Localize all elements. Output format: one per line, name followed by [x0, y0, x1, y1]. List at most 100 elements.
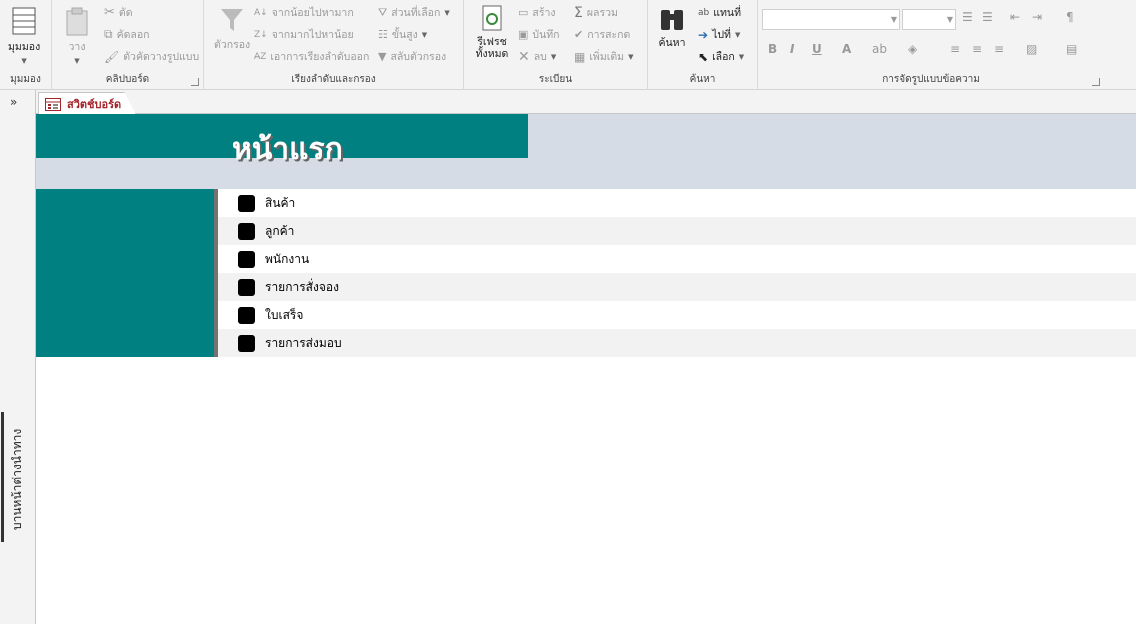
- expand-nav-icon[interactable]: »: [10, 95, 17, 109]
- item-label[interactable]: ใบเสร็จ: [265, 306, 303, 325]
- totals-label: ผลรวม: [586, 7, 618, 19]
- cut-button[interactable]: ✂ ตัด: [104, 4, 133, 21]
- item-button-icon[interactable]: [238, 306, 255, 324]
- new-record-label: สร้าง: [532, 7, 556, 19]
- bold-button[interactable]: B: [768, 42, 777, 56]
- spelling-button[interactable]: ✔ การสะกด: [574, 26, 630, 43]
- selection-filter-icon: ⛛: [378, 5, 388, 19]
- replace-button[interactable]: ab แทนที่: [698, 4, 741, 21]
- item-label[interactable]: พนักงาน: [265, 250, 309, 269]
- switchboard-item[interactable]: ใบเสร็จ: [218, 301, 1136, 329]
- filter-button[interactable]: ตัวกรอง: [214, 6, 250, 53]
- toggle-filter-button[interactable]: ▼ สลับตัวกรอง: [378, 48, 446, 65]
- increase-indent-icon[interactable]: ⇥: [1032, 10, 1042, 24]
- alt-row-color-icon[interactable]: ▨: [1026, 42, 1037, 56]
- text-format-launcher-icon[interactable]: [1092, 78, 1100, 86]
- align-right-icon[interactable]: ≡: [994, 42, 1004, 56]
- decrease-indent-icon[interactable]: ⇤: [1010, 10, 1020, 24]
- sort-ascending-icon: A↓: [254, 7, 268, 18]
- font-name-combo[interactable]: ▼: [762, 9, 900, 30]
- cursor-icon: ⬉: [698, 49, 709, 64]
- view-label: มุมมอง: [8, 41, 41, 53]
- paintbrush-icon: 🖌: [104, 49, 120, 64]
- nav-pane-label[interactable]: บานหน้าต่างนำทาง: [8, 429, 27, 530]
- view-icon: [11, 6, 37, 36]
- goto-button[interactable]: ➔ ไปที่ ▼: [698, 26, 740, 43]
- underline-button[interactable]: U: [812, 42, 822, 56]
- find-group: ค้นหา ab แทนที่ ➔ ไปที่ ▼ ⬉ เลือก ▼ ค้นห…: [648, 0, 758, 90]
- table-grid-icon: ▦: [574, 49, 586, 64]
- advanced-button[interactable]: ☷ ขั้นสูง ▼: [378, 26, 427, 43]
- refresh-all-button[interactable]: รีเฟรชทั้งหมด: [470, 4, 514, 60]
- paragraph-icon[interactable]: ¶: [1066, 10, 1074, 24]
- clipboard-group-label: คลิปบอร์ด: [105, 74, 150, 85]
- item-label[interactable]: รายการส่งมอบ: [265, 334, 342, 353]
- clipboard-launcher-icon[interactable]: [191, 78, 199, 86]
- selection-button[interactable]: ⛛ ส่วนที่เลือก ▼: [378, 4, 450, 21]
- switchboard-item[interactable]: พนักงาน: [218, 245, 1136, 273]
- form-icon: [45, 97, 61, 111]
- chevron-down-icon: ▼: [628, 52, 634, 61]
- gridlines-icon[interactable]: ▤: [1066, 42, 1077, 56]
- new-record-button[interactable]: ▭ สร้าง: [518, 4, 555, 21]
- format-painter-button[interactable]: 🖌 ตัวคัดวางรูปแบบ: [104, 48, 199, 65]
- item-button-icon[interactable]: [238, 222, 255, 240]
- sort-descending-button[interactable]: Z↓ จากมากไปหาน้อย: [254, 26, 354, 43]
- font-color-icon[interactable]: A: [842, 42, 851, 56]
- view-button[interactable]: มุมมอง ▼: [8, 6, 40, 65]
- align-center-icon[interactable]: ≡: [972, 42, 982, 56]
- item-label[interactable]: สินค้า: [265, 194, 295, 213]
- switchboard-item[interactable]: รายการสั่งจอง: [218, 273, 1136, 301]
- chevron-down-icon: ▼: [21, 57, 27, 65]
- sigma-icon: Σ: [574, 4, 583, 21]
- chevron-down-icon: ▼: [734, 30, 741, 39]
- sort-ascending-label: จากน้อยไปหามาก: [271, 7, 354, 19]
- chevron-down-icon: ▼: [444, 8, 450, 17]
- toggle-filter-icon: ▼: [378, 50, 387, 63]
- bullets-icon[interactable]: ☰: [962, 10, 973, 24]
- font-size-combo[interactable]: ▼: [902, 9, 956, 30]
- remove-sort-button[interactable]: A̶Z เอาการเรียงลำดับออก: [254, 48, 369, 65]
- numbering-icon[interactable]: ☰: [982, 10, 993, 24]
- italic-button[interactable]: I: [790, 42, 794, 56]
- delete-record-label: ลบ: [533, 51, 547, 63]
- chevron-down-icon: ▼: [74, 57, 80, 65]
- replace-label: แทนที่: [713, 7, 742, 19]
- select-button[interactable]: ⬉ เลือก ▼: [698, 48, 744, 65]
- copy-button[interactable]: ⧉ คัดลอก: [104, 26, 150, 43]
- totals-button[interactable]: Σ ผลรวม: [574, 4, 618, 21]
- item-button-icon[interactable]: [238, 250, 255, 268]
- item-label[interactable]: ลูกค้า: [265, 222, 294, 241]
- highlight-icon[interactable]: ab: [872, 42, 887, 56]
- binoculars-icon: [658, 6, 686, 32]
- item-label[interactable]: รายการสั่งจอง: [265, 278, 339, 297]
- switchboard-item[interactable]: รายการส่งมอบ: [218, 329, 1136, 357]
- find-button[interactable]: ค้นหา: [658, 6, 686, 51]
- copy-label: คัดลอก: [116, 29, 150, 41]
- replace-icon: ab: [698, 7, 710, 18]
- item-button-icon[interactable]: [238, 334, 255, 352]
- goto-label: ไปที่: [712, 29, 731, 41]
- switchboard-item[interactable]: ลูกค้า: [218, 217, 1136, 245]
- sort-descending-icon: Z↓: [254, 29, 268, 40]
- align-left-icon[interactable]: ≡: [950, 42, 960, 56]
- paste-button[interactable]: วาง ▼: [64, 6, 90, 65]
- document-tab-strip: สวิตช์บอร์ด: [36, 90, 1136, 115]
- save-record-button[interactable]: ▣ บันทึก: [518, 26, 560, 43]
- switchboard-item[interactable]: สินค้า: [218, 189, 1136, 217]
- delete-x-icon: ✕: [518, 48, 530, 65]
- fill-color-icon[interactable]: ◈: [908, 42, 917, 56]
- records-group-label: ระเบียน: [538, 74, 573, 85]
- tab-switchboard[interactable]: สวิตช์บอร์ด: [38, 92, 137, 115]
- item-button-icon[interactable]: [238, 278, 255, 296]
- refresh-icon: [480, 4, 504, 34]
- spelling-check-icon: ✔: [574, 28, 584, 41]
- more-button[interactable]: ▦ เพิ่มเติม ▼: [574, 48, 634, 65]
- delete-record-button[interactable]: ✕ ลบ ▼: [518, 48, 556, 65]
- item-button-icon[interactable]: [238, 194, 255, 212]
- sort-ascending-button[interactable]: A↓ จากน้อยไปหามาก: [254, 4, 354, 21]
- tab-label: สวิตช์บอร์ด: [67, 98, 122, 111]
- copy-icon: ⧉: [104, 27, 113, 41]
- navigation-pane[interactable]: » บานหน้าต่างนำทาง: [0, 90, 36, 624]
- scissors-icon: ✂: [104, 5, 115, 20]
